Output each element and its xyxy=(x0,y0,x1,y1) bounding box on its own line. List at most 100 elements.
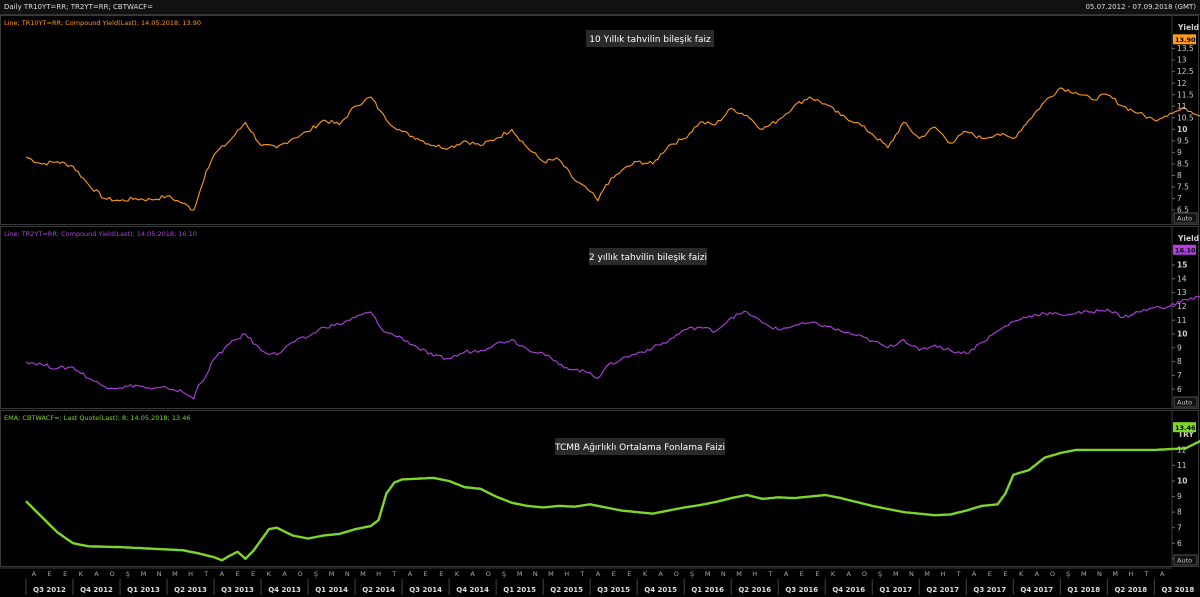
x-quarter-label: Q4 2017 xyxy=(1020,586,1053,594)
x-month-label: K xyxy=(1019,570,1024,578)
y-tick-label: 11.5 xyxy=(1177,90,1194,99)
x-month-label: A xyxy=(1035,570,1040,578)
y-tick-label: 11 xyxy=(1177,316,1187,325)
x-month-label: A xyxy=(596,570,601,578)
x-month-label: M xyxy=(329,570,335,578)
annotation-box: 10 Yıllık tahvilin bileşik faiz xyxy=(586,30,714,47)
last-value-badge: 13.90 xyxy=(1173,34,1196,45)
chart-header-title: Daily TR10YT=RR; TR2YT=RR; CBTWACF= xyxy=(4,3,153,11)
x-month-label: T xyxy=(767,570,772,578)
x-month-label: O xyxy=(1050,570,1055,578)
x-month-label: H xyxy=(188,570,193,578)
chart-header: Daily TR10YT=RR; TR2YT=RR; CBTWACF= 05.0… xyxy=(0,0,1200,15)
x-month-label: A xyxy=(847,570,852,578)
x-month-label: M xyxy=(705,570,711,578)
auto-scale-button[interactable]: Auto xyxy=(1173,554,1198,566)
x-quarter-label: Q2 2016 xyxy=(738,586,771,594)
x-month-label: H xyxy=(376,570,381,578)
annotation-box: 2 yıllık tahvilin bileşik faizi xyxy=(589,248,707,265)
y-tick-label: 7.5 xyxy=(1177,183,1189,192)
x-quarter-label: Q2 2017 xyxy=(926,586,959,594)
auto-button-label[interactable]: Auto xyxy=(1177,557,1192,565)
y-tick-label: 13 xyxy=(1177,56,1187,65)
y-tick-label: 12 xyxy=(1177,302,1187,311)
x-quarter-label: Q2 2018 xyxy=(1114,586,1147,594)
x-quarter-label: Q4 2016 xyxy=(832,586,865,594)
x-month-label: E xyxy=(424,570,428,578)
x-month-label: E xyxy=(251,570,255,578)
x-month-label: O xyxy=(674,570,679,578)
x-month-label: M xyxy=(1112,570,1118,578)
x-month-label: O xyxy=(110,570,115,578)
y-tick-label: 6 xyxy=(1177,539,1182,548)
x-month-label: A xyxy=(470,570,475,578)
auto-button-label[interactable]: Auto xyxy=(1177,399,1192,407)
x-quarter-label: Q1 2014 xyxy=(315,586,348,594)
x-quarter-label: Q3 2017 xyxy=(973,586,1006,594)
x-month-label: K xyxy=(79,570,84,578)
y-tick-label: 10 xyxy=(1177,477,1187,486)
x-quarter-label: Q4 2013 xyxy=(268,586,301,594)
last-value-label: 16.10 xyxy=(1175,247,1196,255)
y-tick-label: 7 xyxy=(1177,523,1182,532)
y-tick-label: 9 xyxy=(1177,148,1182,157)
annotation-text: 2 yıllık tahvilin bileşik faizi xyxy=(589,253,707,263)
auto-scale-button[interactable]: Auto xyxy=(1173,212,1198,224)
x-month-label: N xyxy=(345,570,350,578)
x-month-label: M xyxy=(736,570,742,578)
x-quarter-label: Q2 2015 xyxy=(550,586,583,594)
x-month-label: H xyxy=(940,570,945,578)
x-month-label: E xyxy=(1003,570,1007,578)
y-tick-label: 9 xyxy=(1177,492,1182,501)
y-tick-label: 12 xyxy=(1177,445,1187,454)
x-month-label: A xyxy=(784,570,789,578)
x-quarter-label: Q2 2014 xyxy=(362,586,395,594)
x-month-label: M xyxy=(1081,570,1087,578)
x-month-label: M xyxy=(517,570,523,578)
x-month-label: A xyxy=(220,570,225,578)
x-month-label: T xyxy=(579,570,584,578)
x-month-label: N xyxy=(1097,570,1102,578)
x-month-label: T xyxy=(391,570,396,578)
auto-scale-button[interactable]: Auto xyxy=(1173,396,1198,408)
x-quarter-label: Q4 2014 xyxy=(456,586,489,594)
x-month-label: M xyxy=(172,570,178,578)
x-month-label: E xyxy=(612,570,616,578)
x-month-label: A xyxy=(408,570,413,578)
x-month-label: E xyxy=(627,570,631,578)
x-month-label: Ş xyxy=(502,570,506,578)
annotation-box: TCMB Ağırlıklı Ortalama Fonlama Faizi xyxy=(554,438,725,455)
x-month-label: E xyxy=(63,570,67,578)
x-month-label: M xyxy=(893,570,899,578)
x-month-label: H xyxy=(752,570,757,578)
last-value-badge: 13.46 xyxy=(1173,422,1196,433)
x-quarter-label: Q3 2018 xyxy=(1161,586,1194,594)
y-axis-title: Yield xyxy=(1177,23,1199,32)
y-tick-label: 11 xyxy=(1177,461,1187,470)
x-month-label: T xyxy=(1144,570,1149,578)
last-value-label: 13.90 xyxy=(1175,36,1196,44)
x-month-label: A xyxy=(94,570,99,578)
x-month-label: E xyxy=(236,570,240,578)
chart-area[interactable]: 6.577.588.599.51010.51111.51212.51313.5Y… xyxy=(0,15,1200,597)
y-tick-label: 11 xyxy=(1177,102,1187,111)
series-legend: EMA; CBTWACF=; Last Quote(Last); 8; 14.0… xyxy=(4,414,190,422)
x-month-label: N xyxy=(721,570,726,578)
auto-button-label[interactable]: Auto xyxy=(1177,215,1192,223)
x-quarter-label: Q1 2013 xyxy=(127,586,160,594)
x-month-label: A xyxy=(1160,570,1165,578)
x-month-label: E xyxy=(815,570,819,578)
x-month-label: H xyxy=(564,570,569,578)
x-month-label: M xyxy=(141,570,147,578)
y-tick-label: 6 xyxy=(1177,385,1182,394)
y-tick-label: 13.5 xyxy=(1177,44,1194,53)
last-value-label: 13.46 xyxy=(1175,424,1196,432)
x-month-label: K xyxy=(643,570,648,578)
y-tick-label: 15 xyxy=(1177,261,1187,270)
x-quarter-label: Q4 2015 xyxy=(644,586,677,594)
y-tick-label: 10 xyxy=(1177,330,1187,339)
series-legend: Line; TR2YT=RR; Compound Yield(Last); 14… xyxy=(4,230,197,238)
y-tick-label: 8 xyxy=(1177,508,1182,517)
y-tick-label: 9 xyxy=(1177,343,1182,352)
series-legend: Line; TR10YT=RR; Compound Yield(Last); 1… xyxy=(4,19,201,27)
